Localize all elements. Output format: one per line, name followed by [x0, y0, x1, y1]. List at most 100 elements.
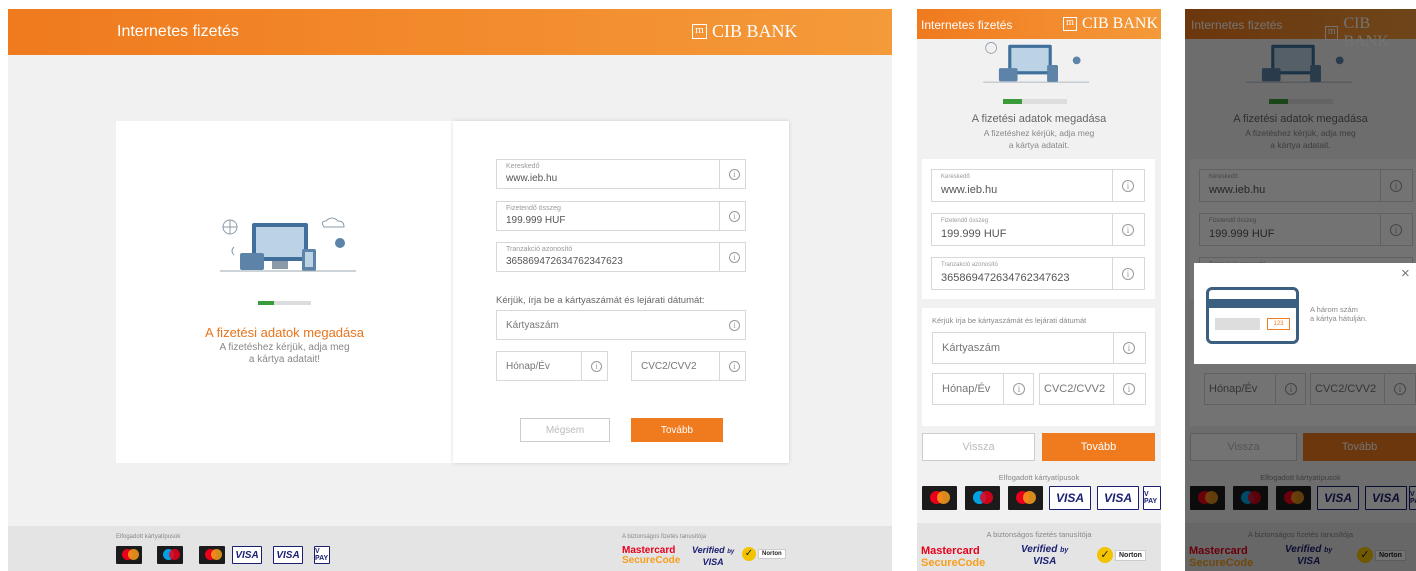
header-bar: Internetes fizetés m CIB BANK	[917, 9, 1161, 39]
card-entry-card: Kérjük írja be kártyaszámát és lejárati …	[922, 308, 1155, 426]
field-divider	[581, 352, 582, 380]
info-icon[interactable]: i	[729, 320, 740, 331]
field-divider	[1113, 374, 1114, 404]
cancel-button[interactable]: Mégsem	[520, 418, 610, 442]
progress-track	[258, 301, 311, 305]
details-card: Kereskedő www.ieb.hu i Fizetendő összeg …	[922, 159, 1155, 299]
expiry-input[interactable]: Hónap/Év i	[932, 373, 1034, 405]
check-icon: ✓	[742, 547, 756, 561]
progress-track	[1003, 99, 1067, 104]
page-title: Internetes fizetés	[921, 18, 1013, 32]
field-divider	[1112, 214, 1113, 245]
visa-electron-logo: VISA	[273, 546, 303, 564]
info-icon[interactable]: i	[1122, 224, 1134, 236]
intro-subtitle-1: A fizetéshez kérjük, adja meg	[983, 128, 1095, 138]
expiry-input[interactable]: Hónap/Év i	[496, 351, 608, 381]
info-icon[interactable]: i	[1123, 342, 1135, 354]
merchant-value: www.ieb.hu	[506, 173, 558, 184]
info-icon[interactable]: i	[729, 169, 740, 180]
vpay-logo: V PAY	[314, 546, 330, 564]
transaction-id-value: 365869472634762347623	[506, 256, 623, 267]
expiry-placeholder: Hónap/Év	[506, 361, 550, 372]
info-icon[interactable]: i	[591, 361, 602, 372]
cvc-help-popup: × 123 A három szám a kártya hátulján.	[1194, 263, 1416, 364]
info-icon[interactable]: i	[729, 252, 740, 263]
maestro-logo	[965, 486, 1000, 510]
info-icon[interactable]: i	[1122, 180, 1134, 192]
mastercard-securecode-logo: Mastercard SecureCode	[622, 545, 681, 566]
card-number-placeholder: Kártyaszám	[942, 342, 1001, 354]
field-divider	[1112, 258, 1113, 289]
cib-bank-logo: m CIB BANK	[692, 21, 798, 42]
info-icon[interactable]: i	[1123, 383, 1135, 395]
cvc-hint-line1: A három szám	[1310, 305, 1358, 314]
close-icon[interactable]: ×	[1401, 265, 1410, 282]
check-icon: ✓	[1097, 547, 1113, 563]
field-divider	[719, 202, 720, 230]
progress-fill	[1003, 99, 1023, 104]
info-icon[interactable]: i	[1013, 383, 1025, 395]
info-icon[interactable]: i	[729, 211, 740, 222]
mastercard-logo	[199, 546, 225, 564]
intro-subtitle-2: a kártya adatait!	[248, 354, 321, 365]
card-prompt: Kérjük, írja be a kártyaszámát és lejára…	[496, 295, 705, 306]
merchant-field: Kereskedő www.ieb.hu i	[496, 159, 746, 189]
accepted-cards-label: Elfogadott kártyatípusok	[998, 473, 1080, 482]
computer-illustration	[983, 42, 1090, 83]
form-panel: Kereskedő www.ieb.hu i Fizetendő összeg …	[453, 121, 789, 463]
bank-name: CIB BANK	[712, 21, 798, 41]
mobile-view: Internetes fizetés m CIB BANK A fizetési…	[917, 9, 1161, 571]
computer-illustration	[220, 217, 356, 272]
field-divider	[719, 352, 720, 380]
amount-field: Fizetendő összeg 199.999 HUF i	[931, 213, 1145, 246]
intro-title: A fizetési adatok megadása	[971, 113, 1107, 125]
security-label: A biztonságos fizetés tanusítója	[622, 534, 707, 540]
back-button[interactable]: Vissza	[922, 433, 1035, 461]
info-icon[interactable]: i	[729, 361, 740, 372]
intro-subtitle-2: a kártya adatait.	[1008, 140, 1070, 150]
mastercard-logo	[116, 546, 142, 564]
info-icon[interactable]: i	[1122, 268, 1134, 280]
transaction-id-label: Tranzakció azonosító	[941, 262, 998, 268]
mastercard-logo	[922, 486, 957, 510]
norton-logo: ✓ Norton	[1097, 547, 1146, 563]
mastercard-logo	[1008, 486, 1043, 510]
bank-logo-icon: m	[1063, 17, 1077, 31]
cvc-input[interactable]: CVC2/CVV2 i	[631, 351, 746, 381]
transaction-id-field: Tranzakció azonosító 3658694726347623476…	[496, 242, 746, 272]
cvc-placeholder: CVC2/CVV2	[1044, 383, 1106, 395]
amount-value: 199.999 HUF	[506, 215, 566, 226]
page-title: Internetes fizetés	[117, 23, 239, 40]
transaction-id-field: Tranzakció azonosító 3658694726347623476…	[931, 257, 1145, 290]
footer: Elfogadott kártyatípusok VISA VISA V PAY…	[8, 526, 892, 571]
verified-by-visa-logo: Verified by VISA	[692, 545, 735, 567]
expiry-placeholder: Hónap/Év	[942, 383, 991, 395]
cvc-hint-line2: a kártya hátulján.	[1310, 314, 1368, 323]
field-divider	[719, 243, 720, 271]
desktop-view: Internetes fizetés m CIB BANK A fizetési…	[8, 9, 892, 571]
cvc-input[interactable]: CVC2/CVV2 i	[1039, 373, 1146, 405]
transaction-id-value: 365869472634762347623	[941, 272, 1070, 284]
verified-by-visa-logo: Verified by VISA	[1021, 544, 1069, 567]
visa-electron-logo: VISA	[1097, 486, 1139, 510]
norton-logo: ✓ Norton	[742, 547, 786, 561]
merchant-field: Kereskedő www.ieb.hu i	[931, 169, 1145, 202]
cvc-code-box: 123	[1267, 318, 1290, 330]
field-divider	[719, 160, 720, 188]
cvc-placeholder: CVC2/CVV2	[641, 361, 697, 372]
card-prompt: Kérjük írja be kártyaszámát és lejárati …	[932, 316, 1087, 325]
next-button[interactable]: Tovább	[631, 418, 723, 442]
field-divider	[1003, 374, 1004, 404]
bank-logo-icon: m	[692, 24, 707, 39]
next-button[interactable]: Tovább	[1042, 433, 1155, 461]
bank-name: CIB BANK	[1082, 15, 1159, 32]
vpay-logo: V PAY	[1143, 486, 1161, 510]
field-divider	[1112, 170, 1113, 201]
card-number-input[interactable]: Kártyaszám i	[932, 332, 1146, 364]
intro-title: A fizetési adatok megadása	[205, 325, 364, 340]
amount-field: Fizetendő összeg 199.999 HUF i	[496, 201, 746, 231]
amount-label: Fizetendő összeg	[941, 218, 989, 224]
mastercard-securecode-logo: Mastercard SecureCode	[921, 545, 986, 569]
transaction-id-label: Tranzakció azonosító	[506, 246, 573, 253]
card-number-input[interactable]: Kártyaszám i	[496, 310, 746, 340]
